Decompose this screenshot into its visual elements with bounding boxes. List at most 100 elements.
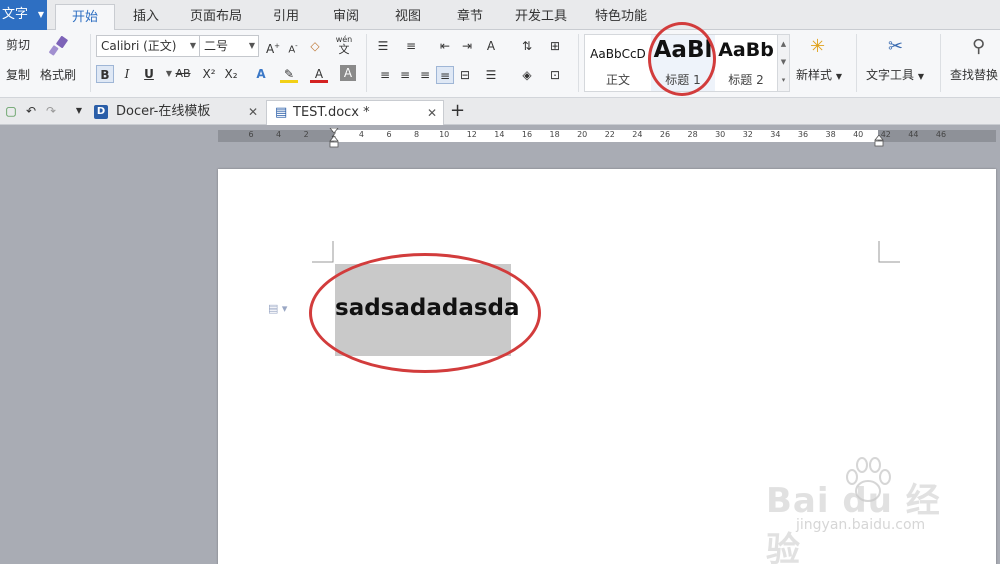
ruler-tick-label: 20	[577, 130, 588, 139]
new-document-icon[interactable]: ▢	[2, 102, 20, 120]
bullet-list-icon[interactable]: ☰	[374, 37, 392, 55]
paint-bucket-icon[interactable]: ◈	[518, 66, 536, 84]
line-spacing-icon[interactable]: ☰	[482, 66, 500, 84]
tab-chapter[interactable]: 章节	[450, 4, 490, 30]
distribute-icon[interactable]: ⊟	[456, 66, 474, 84]
ruler-tick-label: 30	[715, 130, 726, 139]
subscript-button[interactable]: X₂	[222, 65, 240, 83]
copy-label: 复制	[6, 68, 31, 82]
font-size-value: 二号	[204, 39, 229, 53]
gallery-scroll[interactable]: ▲ ▼ ▾	[777, 35, 789, 91]
find-replace-label: 查找替换	[950, 68, 999, 82]
menu-bar: 文字 ▼ 开始 插入 页面布局 引用 审阅 视图 章节 开发工具 特色功能	[0, 0, 1000, 31]
new-tab-button[interactable]: +	[450, 100, 468, 125]
style-label: 正文	[605, 73, 630, 87]
clear-format-icon[interactable]: ◇	[306, 37, 324, 55]
ruler-tick-label: 4	[276, 130, 282, 139]
ruler-tick-label: 26	[659, 130, 671, 139]
undo-icon[interactable]: ↶	[22, 102, 40, 120]
tab-review[interactable]: 审阅	[326, 4, 366, 30]
text-tools-icon: ✂	[888, 36, 904, 57]
chevron-down-icon: ▼	[37, 10, 44, 19]
find-replace-button[interactable]: ⚲ 查找替换	[948, 34, 1000, 92]
redo-icon[interactable]: ↷	[42, 102, 60, 120]
tab-test-docx[interactable]: ▤ TEST.docx * ✕	[266, 100, 444, 125]
new-style-button[interactable]: ✳ 新样式 ▼	[796, 34, 846, 92]
tab-docer-templates[interactable]: D Docer-在线模板 ✕	[88, 100, 264, 125]
highlight-icon[interactable]: ✎	[280, 65, 298, 83]
font-name-select[interactable]: Calibri (正文) ▼	[96, 35, 200, 57]
ruler-tick-label: 40	[853, 130, 864, 139]
sort-icon[interactable]: ⇅	[518, 37, 536, 55]
underline-button[interactable]: U	[140, 65, 158, 83]
binoculars-icon: ⚲	[972, 36, 986, 57]
shrink-font-button[interactable]: A-	[284, 37, 302, 55]
cut-label: 剪切	[6, 38, 31, 52]
ruler-tick-label: 38	[825, 130, 836, 139]
chevron-down-icon: ▼	[917, 72, 924, 81]
decrease-indent-icon[interactable]: ⇤	[436, 37, 454, 55]
font-color-icon[interactable]: A	[310, 65, 328, 83]
style-heading-2[interactable]: AaBb 标题 2	[715, 35, 777, 91]
bold-button[interactable]: B	[96, 65, 114, 83]
ruler-tick-label: 16	[521, 130, 533, 139]
justify-icon[interactable]: ≡	[436, 66, 454, 84]
tab-page-layout[interactable]: 页面布局	[184, 4, 248, 30]
indent-marker[interactable]	[329, 127, 339, 148]
text-direction-icon[interactable]: A	[482, 37, 500, 55]
strikethrough-button[interactable]: AB	[172, 65, 194, 83]
style-sample: AaBb	[718, 39, 774, 61]
grow-font-button[interactable]: A+	[264, 37, 282, 56]
ruler-tick-label: 28	[687, 130, 698, 139]
format-painter-button[interactable]: 格式刷	[40, 34, 80, 92]
docer-icon: D	[94, 105, 108, 119]
brush-icon	[49, 36, 68, 56]
align-left-icon[interactable]: ≡	[376, 66, 394, 84]
font-name-value: Calibri (正文)	[101, 39, 177, 53]
align-center-icon[interactable]: ≡	[396, 66, 414, 84]
font-size-select[interactable]: 二号 ▼	[199, 35, 259, 57]
char-shading-icon[interactable]: A	[340, 65, 356, 81]
ruler-tick-label: 22	[604, 130, 615, 139]
tab-developer[interactable]: 开发工具	[508, 4, 574, 30]
paragraph-layout-icon[interactable]: ▤ ▾	[268, 302, 287, 315]
tab-home[interactable]: 开始	[55, 4, 115, 31]
style-sample: AaBbCcD	[590, 47, 646, 61]
format-painter-label: 格式刷	[40, 68, 77, 82]
doc-tab-title: Docer-在线模板	[116, 104, 211, 119]
baidu-watermark: Bai du 经验 jingyan.baidu.com	[746, 455, 956, 564]
close-icon[interactable]: ✕	[427, 101, 437, 125]
ruler-tick-label: 8	[414, 130, 420, 139]
ruler-tick-label: 36	[797, 130, 809, 139]
text-effect-icon[interactable]: A	[252, 65, 270, 83]
tab-special-features[interactable]: 特色功能	[588, 4, 654, 30]
tab-references[interactable]: 引用	[266, 4, 306, 30]
ruler-tick-label: 6	[386, 130, 392, 139]
numbered-list-icon[interactable]: ≡	[402, 37, 420, 55]
app-menu-button[interactable]: 文字 ▼	[0, 0, 47, 30]
style-label: 标题 2	[728, 73, 764, 87]
right-indent-marker[interactable]	[874, 134, 884, 147]
increase-indent-icon[interactable]: ⇥	[458, 37, 476, 55]
align-right-icon[interactable]: ≡	[416, 66, 434, 84]
tab-view[interactable]: 视图	[388, 4, 428, 30]
superscript-button[interactable]: X²	[200, 65, 218, 83]
italic-button[interactable]: I	[118, 65, 136, 83]
quick-access-dropdown-icon[interactable]: ▼	[70, 102, 88, 120]
ruler-tick-label: 10	[439, 130, 450, 139]
text-tools-button[interactable]: ✂ 文字工具 ▼	[866, 34, 932, 92]
ribbon: 剪切 复制 格式刷 Calibri (正文) ▼ 二号 ▼ A+ A- ◇ wén 文…	[0, 22, 1000, 98]
pinyin-button[interactable]: wén 文	[332, 35, 356, 55]
copy-button[interactable]: 复制	[6, 66, 30, 83]
chevron-down-icon: ▼	[189, 41, 196, 50]
cut-button[interactable]: 剪切	[6, 36, 30, 53]
tab-insert[interactable]: 插入	[124, 4, 168, 30]
annotation-ellipse	[309, 253, 541, 373]
close-icon[interactable]: ✕	[248, 100, 258, 124]
ruler-tick-label: 12	[466, 130, 477, 139]
table-grid-icon[interactable]: ⊞	[546, 37, 564, 55]
doc-tab-title: TEST.docx *	[293, 105, 370, 120]
style-normal[interactable]: AaBbCcD 正文	[585, 35, 651, 91]
borders-icon[interactable]: ⊡	[546, 66, 564, 84]
margin-corner-mark	[878, 241, 900, 263]
